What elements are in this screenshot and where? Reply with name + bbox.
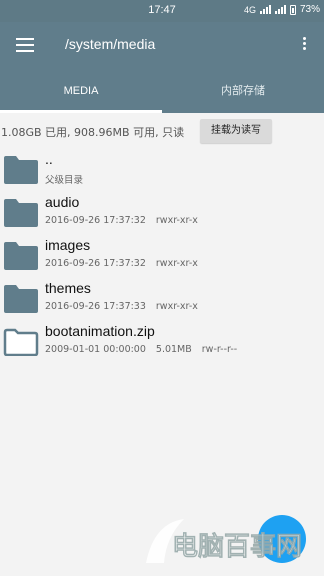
folder-icon (4, 156, 38, 184)
list-item-images[interactable]: images 2016-09-26 17:37:32 rwxr-xr-x (0, 234, 324, 277)
current-path: /system/media (65, 36, 156, 52)
archive-file-icon (3, 328, 39, 356)
status-icons: 4G 73% (244, 4, 320, 15)
file-name: images (45, 237, 91, 253)
more-options-icon[interactable] (302, 37, 306, 53)
signal-icon (259, 5, 271, 14)
tab-internal-storage[interactable]: 内部存储 (162, 68, 324, 113)
storage-info-bar: 1.08GB 已用, 908.96MB 可用, 只读 挂载为读写 (0, 118, 324, 144)
menu-icon[interactable] (16, 38, 34, 52)
file-permissions: rwxr-xr-x (155, 301, 198, 312)
file-permissions: rw-r--r-- (201, 344, 238, 355)
folder-icon (4, 199, 38, 227)
list-item-bootanimation[interactable]: bootanimation.zip 2009-01-01 00:00:00 5.0… (0, 320, 324, 363)
tab-media[interactable]: MEDIA (0, 68, 162, 113)
storage-tabs: MEDIA 内部存储 (0, 68, 324, 113)
list-item-parent[interactable]: .. 父级目录 (0, 148, 324, 191)
watermark-text: 电脑百事网 (172, 532, 302, 562)
file-meta: 2016-09-26 17:37:32 rwxr-xr-x (45, 215, 208, 226)
list-item-themes[interactable]: themes 2016-09-26 17:37:33 rwxr-xr-x (0, 277, 324, 320)
file-date: 父级目录 (45, 175, 84, 186)
file-permissions: rwxr-xr-x (155, 258, 198, 269)
folder-icon (4, 285, 38, 313)
file-date: 2016-09-26 17:37:32 (45, 215, 146, 226)
battery-percent: 73% (299, 4, 320, 15)
remount-rw-button[interactable]: 挂载为读写 (200, 119, 272, 143)
status-bar: 17:47 4G 73% (0, 0, 324, 22)
file-date: 2016-09-26 17:37:33 (45, 301, 146, 312)
file-meta: 2009-01-01 00:00:00 5.01MB rw-r--r-- (45, 344, 247, 355)
network-type: 4G (243, 4, 256, 15)
battery-icon (289, 4, 296, 15)
file-meta: 父级目录 (45, 172, 93, 186)
storage-usage-text: 1.08GB 已用, 908.96MB 可用, 只读 (1, 126, 185, 139)
app-bar: /system/media (0, 22, 324, 68)
file-name: themes (45, 280, 91, 296)
file-meta: 2016-09-26 17:37:32 rwxr-xr-x (45, 258, 208, 269)
file-size: 5.01MB (155, 344, 192, 355)
file-date: 2016-09-26 17:37:32 (45, 258, 146, 269)
list-item-audio[interactable]: audio 2016-09-26 17:37:32 rwxr-xr-x (0, 191, 324, 234)
file-name: audio (45, 194, 80, 210)
folder-icon (4, 242, 38, 270)
signal-icon-2 (274, 5, 286, 14)
file-name: .. (45, 151, 53, 167)
file-permissions: rwxr-xr-x (155, 215, 198, 226)
file-name: bootanimation.zip (45, 323, 155, 339)
file-date: 2009-01-01 00:00:00 (45, 344, 146, 355)
file-meta: 2016-09-26 17:37:33 rwxr-xr-x (45, 301, 208, 312)
watermark-logo: 电脑百事网 (146, 515, 306, 563)
